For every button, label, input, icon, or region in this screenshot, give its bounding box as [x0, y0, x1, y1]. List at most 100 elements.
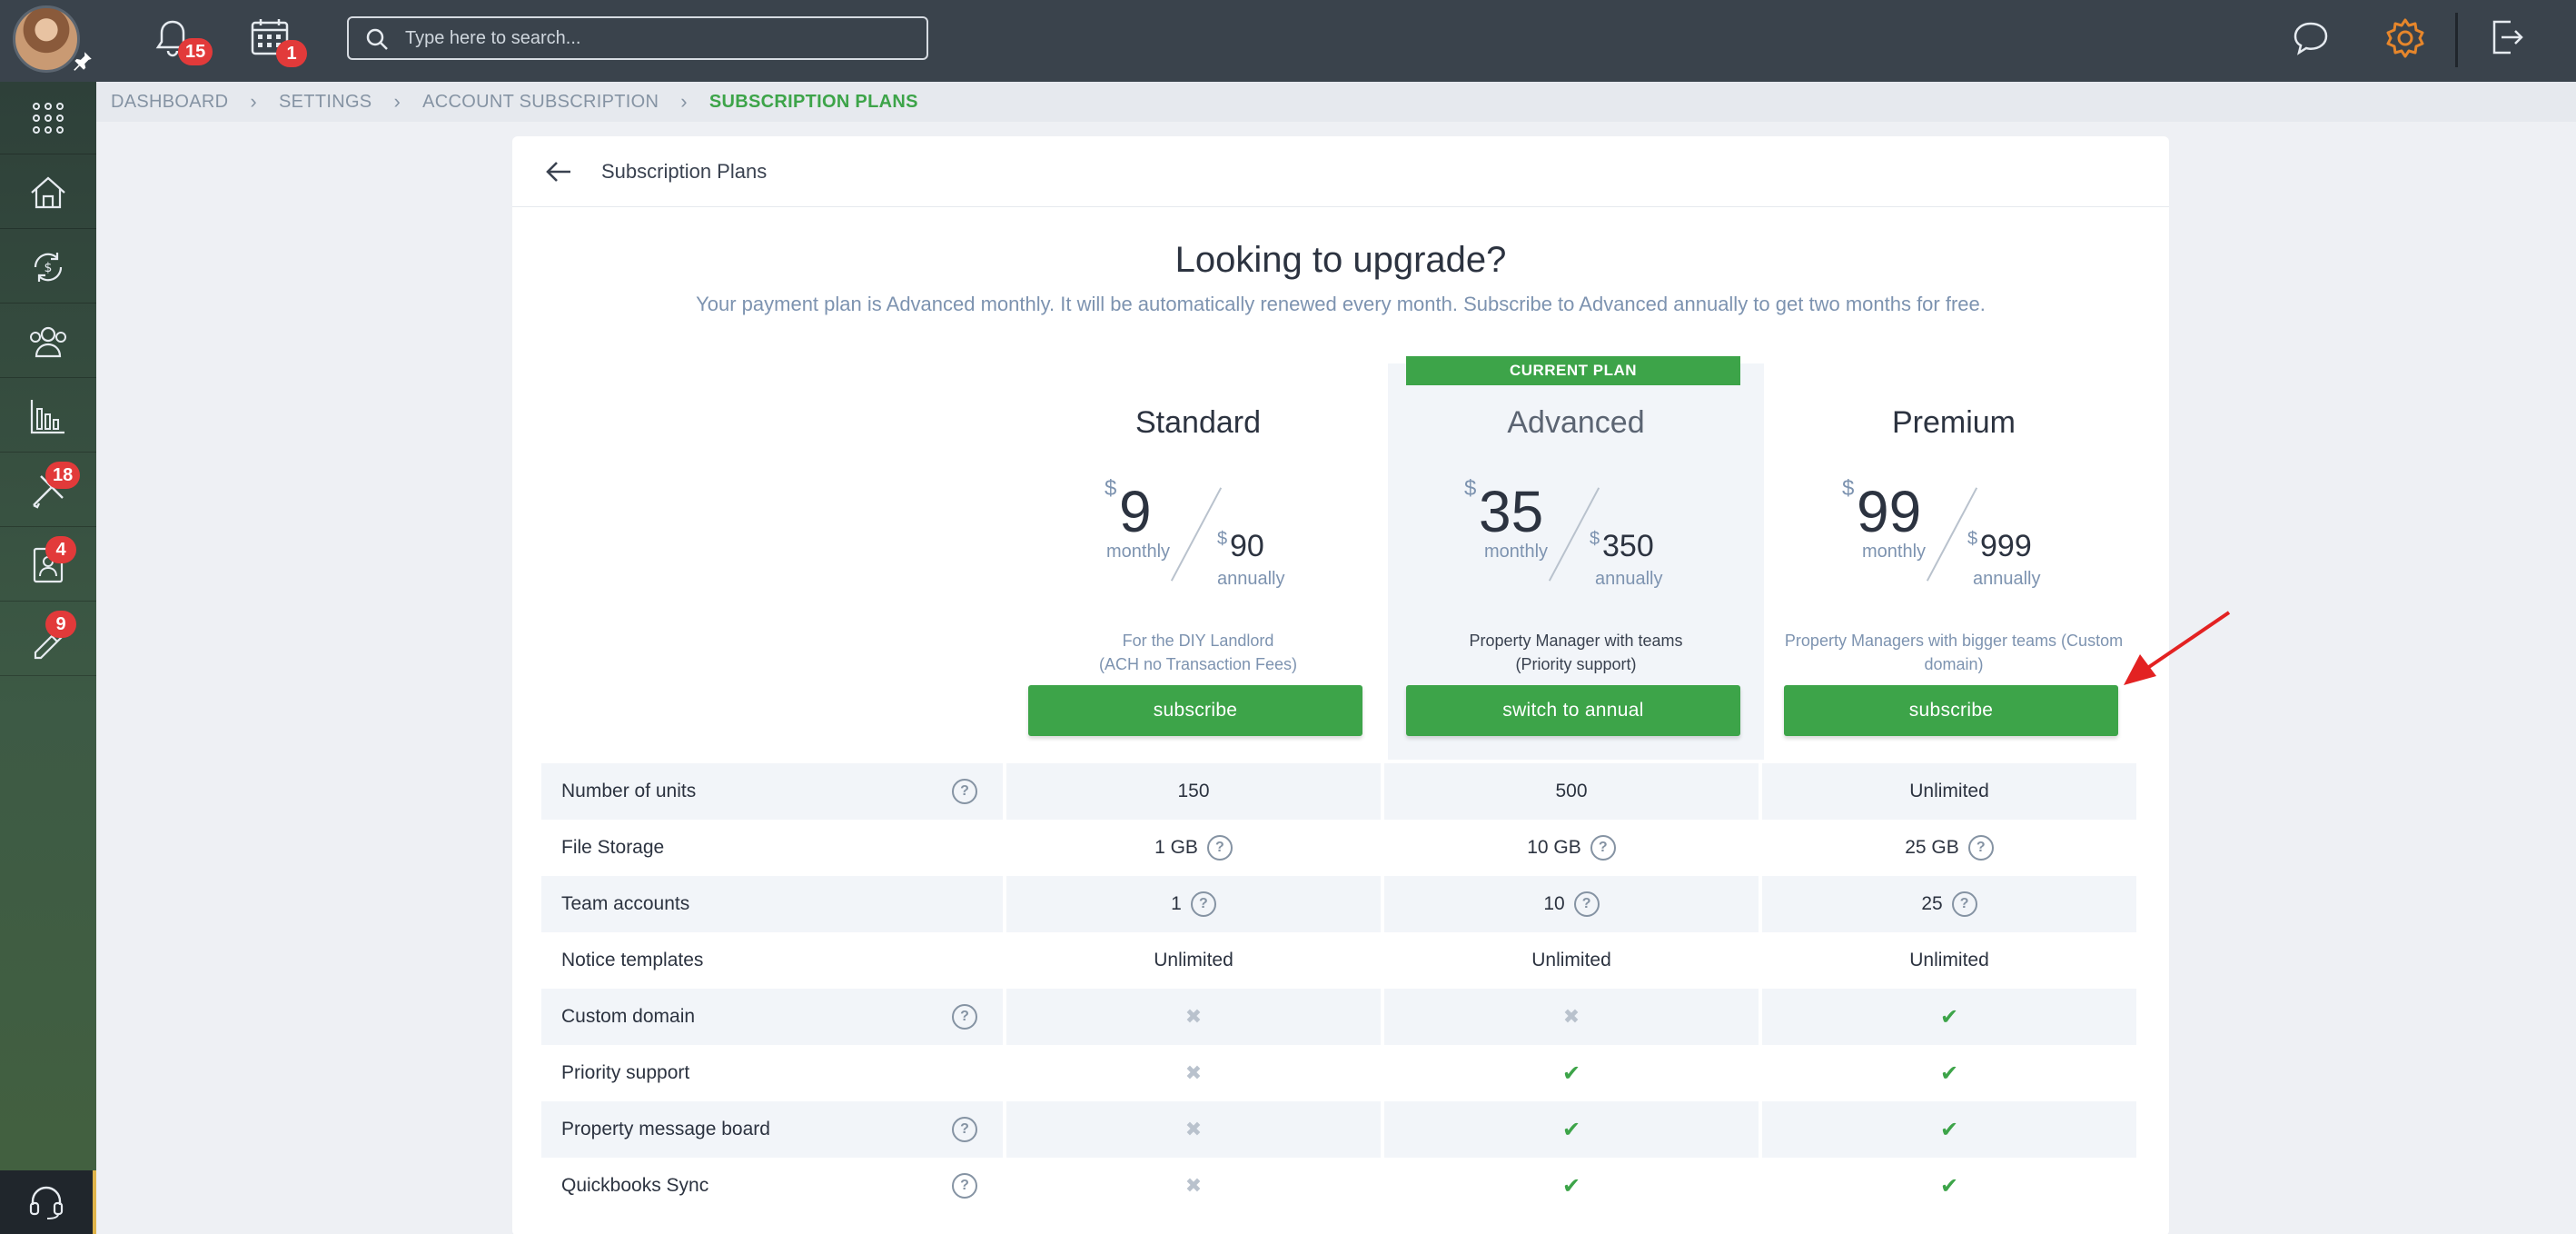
feature-value-cell: ✔: [1762, 989, 2136, 1045]
back-arrow-icon[interactable]: [545, 160, 572, 184]
help-icon[interactable]: ?: [1590, 835, 1616, 861]
support-button[interactable]: [0, 1170, 96, 1234]
plan-description-line: (ACH no Transaction Fees): [1098, 655, 1298, 673]
feature-value: Unlimited: [1909, 781, 1989, 801]
search-box[interactable]: [347, 16, 928, 60]
sidebar-item-reports[interactable]: [0, 380, 96, 453]
chat-button[interactable]: [2289, 16, 2338, 65]
feature-value: Unlimited: [1909, 950, 1989, 970]
help-icon[interactable]: ?: [952, 779, 977, 804]
chevron-right-icon: ›: [393, 90, 401, 113]
notifications-badge: 15: [178, 38, 213, 65]
subscription-panel: Subscription Plans Looking to upgrade? Y…: [512, 136, 2169, 1234]
plan-name: Premium: [1891, 405, 2016, 440]
maintenance-badge: 18: [45, 462, 81, 489]
feature-value-cell: ✖: [1006, 1045, 1381, 1101]
feature-name: Custom domain: [561, 1006, 696, 1027]
plan-price: $ 9 monthly $ 90 annually: [1010, 476, 1386, 594]
calendar-badge: 1: [276, 40, 307, 67]
sidebar-item-tenant-screening[interactable]: 4: [0, 529, 96, 602]
help-icon[interactable]: ?: [952, 1117, 977, 1142]
sidebar-item-maintenance[interactable]: 18: [0, 454, 96, 527]
gear-icon: [2386, 18, 2424, 58]
user-avatar[interactable]: [13, 5, 80, 73]
help-icon[interactable]: ?: [952, 1173, 977, 1199]
feature-name: Property message board: [561, 1119, 770, 1139]
breadcrumb-settings[interactable]: SETTINGS: [279, 92, 372, 113]
help-icon[interactable]: ?: [1951, 891, 1977, 917]
pin-icon[interactable]: [71, 49, 94, 73]
cross-icon: ✖: [1184, 1174, 1203, 1197]
feature-row: Number of units? 150 500 Unlimited: [541, 763, 2140, 820]
sidebar-item-apps[interactable]: [0, 82, 96, 154]
switch-to-annual-button[interactable]: switch to annual: [1406, 685, 1740, 736]
annual-price: 90: [1230, 529, 1264, 563]
breadcrumb-dashboard[interactable]: DASHBOARD: [111, 92, 228, 113]
check-icon: ✔: [1939, 1004, 1959, 1030]
feature-name: Number of units: [561, 781, 697, 801]
check-icon: ✔: [1939, 1117, 1959, 1142]
feature-value: 25 GB: [1905, 837, 1959, 858]
reports-chart-icon: [30, 399, 64, 433]
logout-button[interactable]: [2485, 16, 2534, 65]
plan-description: For the DIY Landlord (ACH no Transaction…: [1010, 629, 1386, 676]
notifications-button[interactable]: 15: [151, 16, 213, 65]
monthly-label: monthly: [1106, 542, 1171, 562]
feature-value-cell: ✔: [1384, 1158, 1759, 1214]
feature-value: 500: [1555, 781, 1588, 801]
feature-value-cell: 10 GB?: [1384, 820, 1759, 876]
calendar-button[interactable]: 1: [249, 16, 307, 67]
help-icon[interactable]: ?: [1206, 835, 1233, 861]
check-icon: ✔: [1561, 1173, 1581, 1199]
feature-value: 25: [1921, 893, 1943, 914]
monthly-price: 9: [1119, 479, 1152, 544]
sidebar-item-properties[interactable]: [0, 156, 96, 229]
feature-value-cell: Unlimited: [1762, 763, 2136, 820]
feature-value-cell: Unlimited: [1384, 932, 1759, 989]
cross-icon: ✖: [1184, 1005, 1203, 1028]
feature-value-cell: ✔: [1762, 1158, 2136, 1214]
currency-symbol: $: [1590, 529, 1600, 549]
feature-value-cell: 25 GB?: [1762, 820, 2136, 876]
plan-description-line: Property Manager with teams: [1469, 632, 1683, 650]
help-icon[interactable]: ?: [1573, 891, 1600, 917]
feature-value-cell: ✖: [1006, 1101, 1381, 1158]
check-icon: ✔: [1561, 1060, 1581, 1086]
feature-value: Unlimited: [1154, 950, 1234, 970]
plan-description-line: For the DIY Landlord: [1122, 632, 1274, 650]
feature-name-cell: File Storage: [541, 820, 1003, 876]
feature-row: Property message board? ✖ ✔ ✔: [541, 1101, 2140, 1158]
annual-label: annually: [1217, 569, 1285, 589]
currency-symbol: $: [1967, 529, 1978, 549]
feature-value-cell: 1 GB?: [1006, 820, 1381, 876]
feature-name-cell: Quickbooks Sync?: [541, 1158, 1003, 1214]
help-icon[interactable]: ?: [952, 1004, 977, 1030]
feature-name: Priority support: [561, 1062, 690, 1083]
sidebar-item-tools[interactable]: 9: [0, 603, 96, 676]
help-icon[interactable]: ?: [1190, 891, 1216, 917]
settings-button[interactable]: [2383, 16, 2432, 65]
sidebar-item-payments[interactable]: $: [0, 231, 96, 304]
plan-price: $ 99 monthly $ 999 annually: [1766, 476, 2142, 594]
breadcrumb-account-subscription[interactable]: ACCOUNT SUBSCRIPTION: [422, 92, 659, 113]
apps-grid-icon: [33, 102, 64, 134]
plan-description-line: Property Managers with bigger teams (Cus…: [1784, 632, 2124, 650]
premium-subscribe-button[interactable]: subscribe: [1784, 685, 2118, 736]
feature-value: 10 GB: [1527, 837, 1581, 858]
current-plan-tag: CURRENT PLAN: [1406, 356, 1740, 385]
people-icon: [30, 326, 66, 357]
help-icon[interactable]: ?: [1967, 835, 1994, 861]
feature-name-cell: Team accounts: [541, 876, 1003, 932]
feature-row: Team accounts 1? 10? 25?: [541, 876, 2140, 932]
feature-value-cell: 25?: [1762, 876, 2136, 932]
search-input[interactable]: [405, 24, 914, 53]
feature-value: 10: [1543, 893, 1565, 914]
feature-value-cell: ✔: [1384, 1045, 1759, 1101]
sidebar-item-people[interactable]: [0, 305, 96, 378]
tools-badge: 9: [45, 611, 76, 638]
hero-title: Looking to upgrade?: [1174, 240, 1507, 280]
feature-value-cell: 150: [1006, 763, 1381, 820]
standard-subscribe-button[interactable]: subscribe: [1028, 685, 1362, 736]
annual-price: 999: [1980, 529, 2032, 563]
feature-name: Team accounts: [561, 893, 690, 914]
